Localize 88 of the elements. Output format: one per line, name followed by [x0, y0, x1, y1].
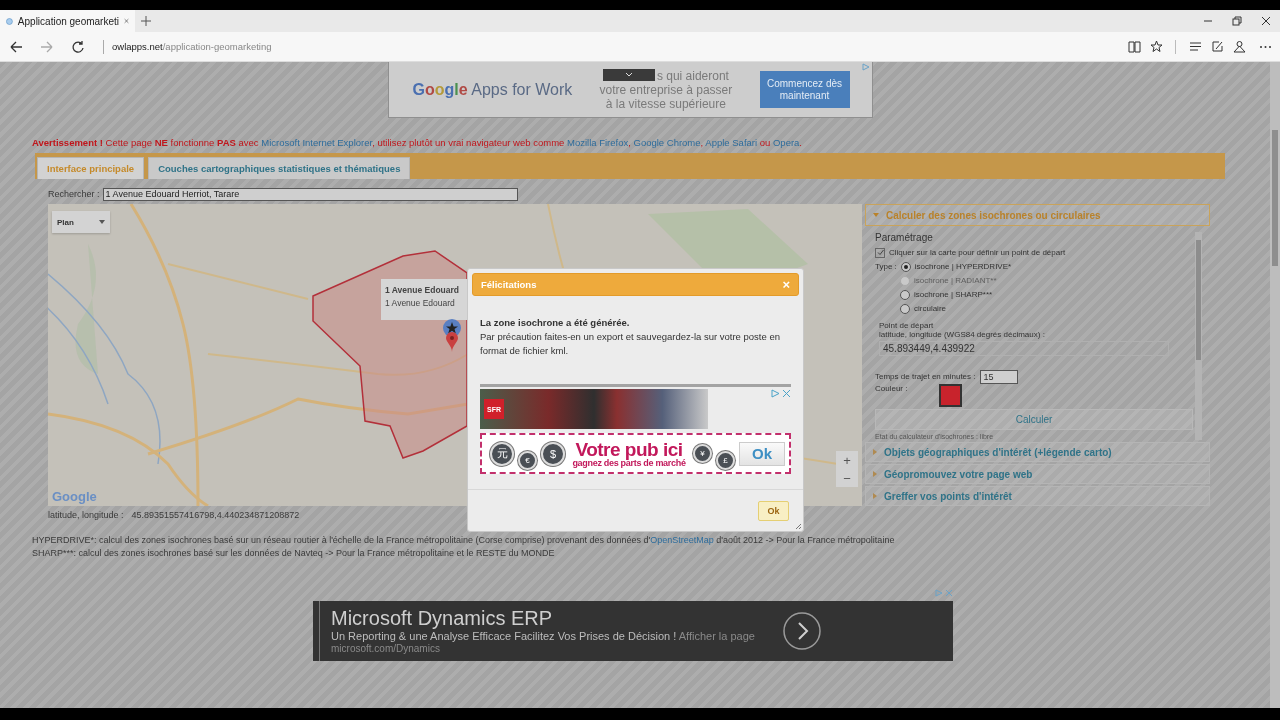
browser-link[interactable]: Google Chrome — [633, 137, 701, 148]
ad-choices-icon[interactable] — [771, 389, 780, 398]
tab[interactable]: Interface principale — [37, 157, 145, 179]
ad-link[interactable]: Afficher la page — [678, 630, 755, 642]
favorite-icon[interactable] — [1149, 40, 1163, 53]
new-tab-icon[interactable] — [141, 16, 151, 26]
color-swatch[interactable] — [939, 383, 963, 407]
radio-button[interactable] — [900, 261, 911, 272]
share-icon[interactable] — [1232, 40, 1246, 53]
dialog-message: Par précaution faites-en un export et sauvegardez-la sur votre poste en format de fichier kml. — [480, 330, 781, 358]
ad-logo: Google Apps for Work — [412, 80, 573, 99]
coin-icon: 元 — [490, 441, 514, 466]
dialog-heading: La zone isochrone a été générée. — [480, 316, 631, 330]
panel-scrollbar[interactable] — [1195, 232, 1202, 440]
search-field[interactable]: 1 Avenue Edouard Herriot, Tarare — [102, 187, 518, 201]
ad-title: Microsoft Dynamics ERP — [331, 607, 554, 629]
restore-icon[interactable] — [1231, 16, 1242, 26]
radio-label: isochrone | SHARP*** — [914, 290, 993, 300]
zoom-out-button[interactable]: − — [836, 469, 858, 487]
ad-headline: Votre pub ici — [574, 439, 683, 459]
accordion-header[interactable]: Objets géographiques d'intérêt (+légende carto) — [865, 442, 1210, 462]
calculate-button[interactable]: Calculer — [875, 408, 1193, 430]
footnote-text: SHARP***: calcul des zones isochrones basé sur les données de Navteq -> Pour la France métropolitaine et le RESTE du MONDE — [32, 547, 556, 560]
close-ad-icon[interactable] — [782, 389, 791, 398]
refresh-icon[interactable] — [70, 39, 85, 54]
search-label: Rechercher : — [48, 189, 100, 199]
ad-cta-button[interactable]: Commencez dès maintenant — [759, 71, 850, 108]
footnote-link[interactable]: OpenStreetMap — [650, 535, 714, 545]
type-label: Type : — [875, 262, 897, 272]
ok-button[interactable]: Ok — [758, 500, 789, 521]
location-pin-icon[interactable] — [446, 332, 458, 352]
warning-text: Avertissement ! Cette page NE fonctionne PAS avec Microsoft Internet Explorer, utilisez plutôt un vrai navigateur web comme Mozilla Firefox, Google Chrome, Apple Safari ou Opera. — [32, 137, 803, 148]
browser-link[interactable]: Microsoft Internet Explorer — [261, 137, 373, 148]
fieldset-legend: Point de départ — [879, 320, 1189, 330]
close-tab-icon[interactable] — [124, 17, 129, 25]
coin-icon: £ — [716, 451, 735, 470]
field-label: latitude, longitude (WGS84 degrés décimaux) : — [879, 329, 1046, 339]
browser-tab[interactable]: Application geomarketi — [0, 10, 135, 32]
popup-title: 1 Avenue Edouard — [385, 284, 460, 297]
radio-button[interactable] — [900, 289, 910, 300]
footnote-text: HYPERDRIVE*: calcul des zones isochrones basé sur un réseau routier à l'échelle de la France métropolitaine (Corse comprise) provenant des données d'OpenStreetMap d'août 2012 -> Pour la France métropolitaine — [32, 534, 896, 547]
globe-icon — [6, 15, 13, 27]
caret-down-icon — [873, 213, 879, 217]
checkbox[interactable] — [875, 247, 885, 258]
ad-description: Un Reporting & une Analyse Efficace Facilitez Vos Prises de Décision ! Afficher la page — [331, 629, 756, 643]
arrow-right-icon[interactable] — [783, 612, 821, 650]
checkbox-label: Cliquer sur la carte pour définir un point de départ — [889, 248, 1066, 258]
zoom-in-button[interactable]: + — [836, 451, 858, 469]
caret-right-icon — [873, 471, 877, 477]
hub-icon[interactable] — [1188, 40, 1202, 53]
caret-icon — [99, 220, 105, 224]
page-scrollbar[interactable] — [1270, 62, 1280, 708]
coin-icon: € — [518, 451, 537, 470]
forward-icon[interactable] — [39, 39, 54, 54]
coin-icon: $ — [541, 441, 565, 466]
caret-right-icon — [873, 449, 877, 455]
note-icon[interactable] — [1210, 40, 1224, 53]
map-type-dropdown[interactable]: Plan — [52, 211, 110, 233]
radio-label: isochrone | HYPERDRIVE* — [914, 262, 1012, 272]
fieldset-legend: Paramétrage — [875, 232, 1193, 243]
map-logo: Google — [52, 489, 97, 504]
travel-time-field[interactable]: 15 — [979, 369, 1018, 384]
popup-address: 1 Avenue Edouard — [385, 297, 456, 310]
coordinates-label: latitude, longitude : — [48, 510, 124, 520]
ad-ok-button[interactable]: Ok — [739, 441, 785, 466]
radio-label: isochrone | RADIANT** — [914, 276, 997, 286]
back-icon[interactable] — [8, 39, 23, 54]
accordion-header[interactable]: Géopromouvez votre page web — [865, 464, 1210, 484]
coin-icon: ¥ — [693, 444, 712, 463]
address-field[interactable]: owlapps.net/application-geomarketing — [103, 39, 272, 54]
ad-url: microsoft.com/Dynamics — [331, 643, 441, 655]
radio-button[interactable] — [900, 303, 910, 314]
close-icon[interactable] — [1260, 16, 1271, 26]
reading-view-icon[interactable] — [1127, 40, 1141, 53]
dialog-title: Félicitations — [481, 279, 537, 290]
chevron-tab-icon[interactable] — [602, 68, 655, 81]
radio-label: circulaire — [914, 304, 946, 314]
field-label: Couleur : — [875, 383, 908, 393]
resize-grip-icon[interactable] — [795, 523, 802, 530]
browser-link[interactable]: Apple Safari — [705, 137, 758, 148]
tab[interactable]: Couches cartographiques statistiques et thématiques — [148, 157, 411, 179]
caret-right-icon — [873, 493, 877, 499]
ad-text: s qui aideront votre entreprise à passer à la vitesse supérieure — [598, 68, 734, 111]
field-label: Temps de trajet en minutes : — [875, 372, 976, 382]
close-button[interactable]: × — [782, 278, 790, 291]
accordion-header[interactable]: Greffer vos points d'intérêt — [865, 486, 1210, 506]
coordinates-field[interactable]: 45.893449,4.439922 — [879, 340, 1169, 356]
coordinates-value: 45.89351557416798,4.440234871208872 — [131, 510, 300, 520]
